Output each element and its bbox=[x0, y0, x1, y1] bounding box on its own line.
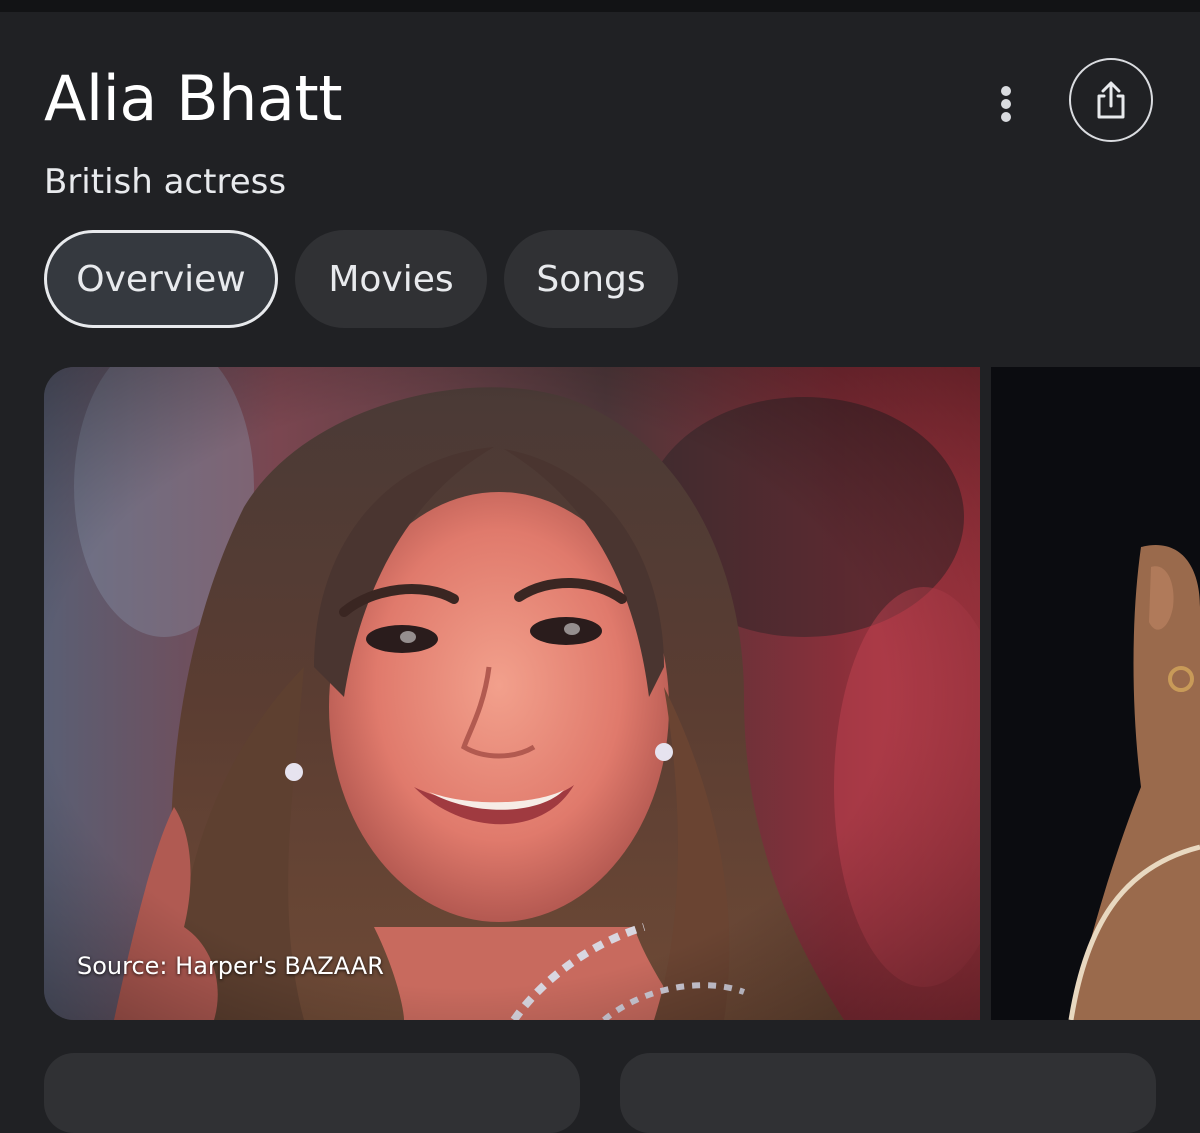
tab-songs[interactable]: Songs bbox=[504, 230, 678, 328]
image-source-caption: Source: Harper's BAZAAR bbox=[77, 952, 384, 980]
tab-label: Overview bbox=[76, 258, 246, 300]
share-icon bbox=[1097, 81, 1125, 119]
entity-subtitle: British actress bbox=[44, 162, 287, 202]
bottom-card-right[interactable] bbox=[620, 1053, 1156, 1133]
main-image[interactable]: Source: Harper's BAZAAR bbox=[44, 367, 980, 1020]
tab-overview[interactable]: Overview bbox=[44, 230, 278, 328]
secondary-image[interactable] bbox=[991, 367, 1200, 1020]
more-options-button[interactable] bbox=[986, 82, 1026, 126]
entity-title: Alia Bhatt bbox=[44, 62, 343, 135]
tab-label: Songs bbox=[536, 258, 646, 300]
top-status-strip bbox=[0, 0, 1200, 12]
more-vert-icon bbox=[1001, 86, 1011, 122]
bottom-card-left[interactable] bbox=[44, 1053, 580, 1133]
tab-label: Movies bbox=[328, 258, 454, 300]
secondary-portrait-image bbox=[991, 367, 1200, 1020]
share-button[interactable] bbox=[1069, 58, 1153, 142]
tab-movies[interactable]: Movies bbox=[295, 230, 487, 328]
portrait-image bbox=[44, 367, 980, 1020]
